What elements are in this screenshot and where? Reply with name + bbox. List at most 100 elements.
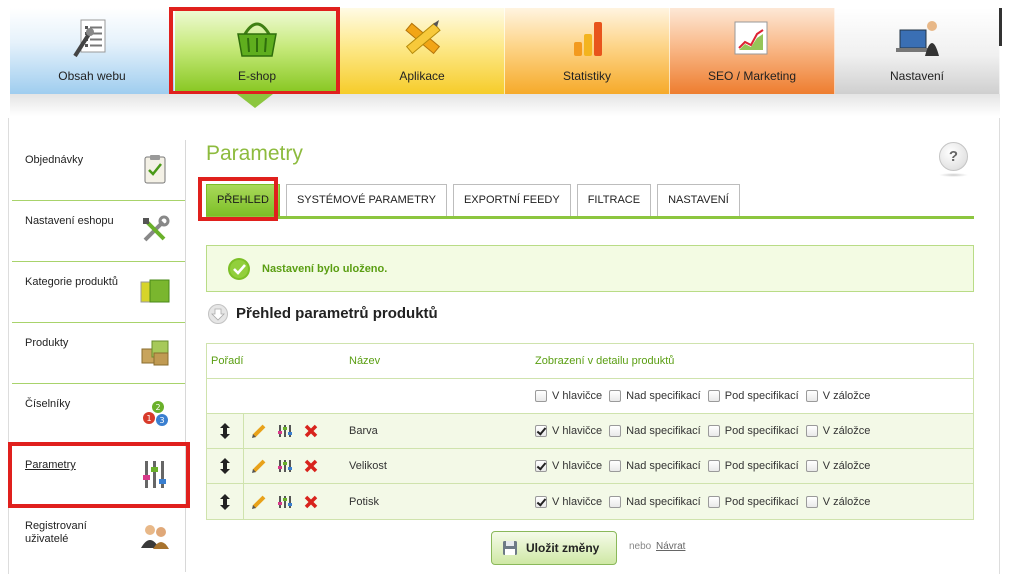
checkbox-nad-specifikaci[interactable]	[609, 390, 622, 402]
sidebar-item-nastaveni-eshopu[interactable]: Nastavení eshopu	[12, 201, 185, 262]
header-name: Název	[349, 355, 381, 367]
option-label: Pod specifikací	[724, 460, 799, 472]
parameter-name: Potisk	[349, 495, 379, 508]
page-title: Parametry	[206, 142, 303, 165]
checkbox-v-hlavicce[interactable]	[535, 425, 547, 437]
top-navigation: Obsah webu E-shop Aplikace Statistiky SE…	[10, 8, 1000, 94]
edit-pencil-icon[interactable]	[251, 458, 267, 474]
option-label: Pod specifikací	[724, 495, 799, 508]
parameter-values-icon[interactable]	[277, 423, 293, 439]
sidebar-divider	[185, 140, 186, 572]
tab-systemove-parametry[interactable]: SYSTÉMOVÉ PARAMETRY	[285, 184, 447, 216]
edit-pencil-icon[interactable]	[251, 494, 267, 510]
checkbox-pod-specifikaci[interactable]	[707, 390, 720, 402]
nav-tab-e-shop[interactable]: E-shop	[175, 8, 340, 94]
checkbox-v-zalozce[interactable]	[805, 495, 818, 508]
tools-icon	[138, 213, 172, 247]
nav-tab-label: Obsah webu	[58, 69, 126, 83]
table-row: Potisk V hlavičce Nad specifikací Pod sp…	[207, 484, 973, 519]
sidebar-item-label: Nastavení eshopu	[25, 215, 114, 227]
save-button-label: Uložit změny	[526, 541, 600, 555]
nav-tab-label: Statistiky	[562, 69, 611, 83]
nav-tab-nastaveni[interactable]: Nastavení	[835, 8, 1000, 94]
option-label: Nad specifikací	[626, 495, 701, 508]
section-title: Přehled parametrů produktů	[236, 305, 438, 322]
sidebar-item-label: Kategorie produktů	[25, 276, 118, 288]
clipboard-check-icon	[138, 152, 172, 186]
option-label: V hlavičce	[552, 460, 603, 472]
option-label: V záložce	[822, 425, 871, 437]
delete-x-icon[interactable]	[303, 458, 319, 474]
delete-x-icon[interactable]	[303, 423, 319, 439]
parameter-values-icon[interactable]	[277, 458, 293, 474]
nav-tab-label: Aplikace	[399, 69, 445, 83]
tab-prehled[interactable]: PŘEHLED	[206, 184, 280, 216]
checkbox-v-hlavicce[interactable]	[535, 390, 547, 402]
option-label: V hlavičce	[552, 425, 603, 437]
boxes-icon	[138, 335, 172, 369]
checkbox-pod-specifikaci[interactable]	[707, 425, 720, 437]
nav-tab-obsah-webu[interactable]: Obsah webu	[10, 8, 175, 94]
numbered-balls-icon: 213	[138, 396, 172, 430]
checkbox-nad-specifikaci[interactable]	[609, 460, 622, 472]
checkbox-v-zalozce[interactable]	[805, 425, 818, 437]
arrow-down-circle-icon	[208, 304, 228, 324]
sidebar-item-kategorie-produktu[interactable]: Kategorie produktů	[12, 262, 185, 323]
checkmark-icon	[227, 257, 251, 281]
sidebar-item-produkty[interactable]: Produkty	[12, 323, 185, 384]
nav-tab-label: Nastavení	[889, 69, 945, 83]
option-label: V záložce	[822, 390, 871, 402]
svg-text:1: 1	[146, 414, 151, 423]
option-label: Nad specifikací	[626, 390, 701, 402]
checkbox-pod-specifikaci[interactable]	[707, 460, 720, 472]
checkbox-pod-specifikaci[interactable]	[707, 495, 720, 508]
nav-tab-seo-marketing[interactable]: SEO / Marketing	[670, 8, 835, 94]
line-chart-icon	[727, 16, 777, 62]
row-actions	[251, 449, 331, 483]
checkbox-nad-specifikaci[interactable]	[609, 425, 622, 437]
folders-icon	[138, 274, 172, 308]
option-label: V záložce	[822, 495, 871, 508]
checkbox-v-zalozce[interactable]	[805, 460, 818, 472]
save-button[interactable]: Uložit změny	[491, 531, 617, 565]
row-actions	[251, 484, 331, 519]
sidebar-item-label: Parametry	[25, 459, 76, 471]
sidebar-item-objednavky[interactable]: Objednávky	[12, 140, 185, 201]
nav-tab-label: E-shop	[237, 69, 277, 83]
display-options: V hlavičce Nad specifikací Pod specifika…	[535, 379, 975, 413]
checkbox-v-zalozce[interactable]	[805, 390, 818, 402]
pencil-ruler-icon	[397, 16, 447, 62]
checkbox-v-hlavicce[interactable]	[535, 495, 547, 508]
drag-handle-icon[interactable]	[207, 484, 244, 519]
header-order: Pořadí	[211, 355, 244, 367]
table-row: Velikost V hlavičce Nad specifikací Pod …	[207, 449, 973, 484]
sidebar-item-label: Číselníky	[25, 398, 71, 410]
drag-handle-icon[interactable]	[207, 414, 244, 448]
help-button-shadow	[939, 173, 968, 177]
nav-tab-statistiky[interactable]: Statistiky	[505, 8, 670, 94]
back-link[interactable]: Návrat	[656, 541, 685, 552]
shopping-basket-icon	[232, 16, 282, 62]
option-label: V hlavičce	[552, 390, 603, 402]
sidebar-item-registrovani-uzivatele[interactable]: Registrovaní uživatelé	[12, 506, 185, 567]
option-label: Nad specifikací	[626, 460, 701, 472]
sidebar-item-parametry[interactable]: Parametry	[12, 445, 185, 506]
or-text: nebo	[629, 541, 652, 552]
svg-text:3: 3	[159, 416, 164, 425]
checkbox-nad-specifikaci[interactable]	[609, 495, 622, 508]
help-button[interactable]: ?	[939, 142, 968, 171]
tab-filtrace[interactable]: FILTRACE	[576, 184, 652, 216]
header-display: Zobrazení v detailu produktů	[535, 355, 675, 367]
nav-tab-aplikace[interactable]: Aplikace	[340, 8, 505, 94]
option-label: Nad specifikací	[626, 425, 701, 437]
parameter-values-icon[interactable]	[277, 494, 293, 510]
sliders-icon	[138, 457, 172, 491]
edit-pencil-icon[interactable]	[251, 423, 267, 439]
checkbox-v-hlavicce[interactable]	[535, 460, 547, 472]
sidebar-item-ciselniky[interactable]: Číselníky 213	[12, 384, 185, 445]
tab-nastaveni[interactable]: NASTAVENÍ	[657, 184, 740, 216]
delete-x-icon[interactable]	[303, 494, 319, 510]
sidebar: Objednávky Nastavení eshopu Kategorie pr…	[12, 140, 185, 567]
tab-exportni-feedy[interactable]: EXPORTNÍ FEEDY	[452, 184, 571, 216]
drag-handle-icon[interactable]	[207, 449, 244, 483]
